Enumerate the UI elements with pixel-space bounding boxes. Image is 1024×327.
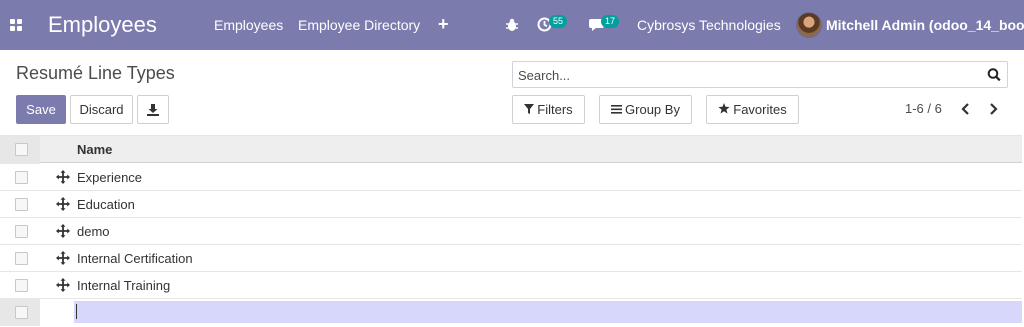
filter-icon (524, 104, 535, 114)
column-header-name[interactable]: Name (77, 142, 112, 157)
select-all-checkbox[interactable] (15, 143, 28, 156)
table-row[interactable]: Internal Training (0, 272, 1022, 299)
user-menu[interactable]: Mitchell Admin (odoo_14_book) (826, 16, 1024, 34)
activity-count-badge: 55 (549, 15, 568, 28)
row-name-cell[interactable]: Internal Training (77, 278, 170, 293)
filters-button[interactable]: Filters (512, 95, 585, 124)
discard-button[interactable]: Discard (70, 95, 133, 124)
search-box (512, 61, 1008, 88)
download-icon (147, 104, 159, 116)
table-row[interactable]: Internal Certification (0, 245, 1022, 272)
row-checkbox[interactable] (15, 171, 28, 184)
export-button[interactable] (137, 95, 169, 124)
apps-menu-icon[interactable] (10, 19, 22, 31)
company-switcher[interactable]: Cybrosys Technologies (637, 16, 781, 34)
menu-employees[interactable]: Employees (214, 16, 283, 34)
quick-create-icon[interactable]: + (438, 14, 449, 34)
group-by-button[interactable]: Group By (599, 95, 692, 124)
save-button[interactable]: Save (16, 95, 66, 124)
table-header: Name (0, 135, 1022, 164)
text-cursor (76, 304, 77, 319)
drag-handle-icon[interactable] (56, 170, 70, 184)
favorites-label: Favorites (733, 102, 787, 117)
table-row[interactable]: Experience (0, 164, 1022, 191)
drag-handle-icon[interactable] (56, 251, 70, 265)
group-by-icon (611, 105, 623, 114)
drag-handle-icon[interactable] (56, 224, 70, 238)
pager-previous-icon[interactable] (959, 100, 973, 118)
search-icon[interactable] (987, 67, 1001, 83)
messages-count-badge: 17 (601, 15, 620, 28)
row-name-cell[interactable]: Education (77, 197, 135, 212)
menu-employee-directory[interactable]: Employee Directory (298, 16, 420, 34)
row-checkbox[interactable] (15, 225, 28, 238)
row-checkbox[interactable] (15, 279, 28, 292)
breadcrumb: Resumé Line Types (16, 63, 175, 83)
drag-handle-icon[interactable] (56, 278, 70, 292)
row-name-cell[interactable]: Internal Certification (77, 251, 193, 266)
row-name-cell[interactable]: Experience (77, 170, 142, 185)
search-input[interactable] (518, 67, 978, 84)
star-icon (718, 103, 730, 114)
debug-bug-icon[interactable] (505, 18, 519, 32)
filters-label: Filters (537, 102, 573, 117)
table-row[interactable]: demo (0, 218, 1022, 245)
app-title: Employees (48, 12, 157, 37)
drag-handle-icon[interactable] (56, 197, 70, 211)
favorites-button[interactable]: Favorites (706, 95, 799, 124)
row-checkbox[interactable] (15, 198, 28, 211)
pager-value[interactable]: 1-6 / 6 (905, 101, 942, 117)
user-avatar[interactable] (796, 12, 822, 38)
row-name-cell[interactable]: demo (77, 224, 110, 239)
new-record-row[interactable] (0, 299, 1022, 326)
row-checkbox[interactable] (15, 306, 28, 319)
row-checkbox[interactable] (15, 252, 28, 265)
name-edit-input[interactable] (74, 301, 1022, 323)
top-navbar: Employees Employees Employee Directory +… (0, 0, 1024, 50)
table-row[interactable]: Education (0, 191, 1022, 218)
pager-next-icon[interactable] (986, 100, 1000, 118)
group-by-label: Group By (625, 102, 680, 117)
